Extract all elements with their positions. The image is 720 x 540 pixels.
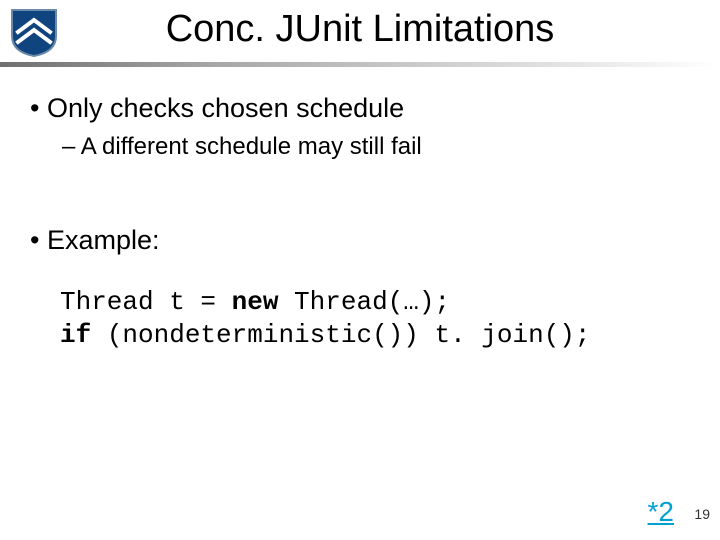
slide-title: Conc. JUnit Limitations [0, 8, 720, 51]
slide: Conc. JUnit Limitations Only checks chos… [0, 0, 720, 540]
code-text: (nondeterministic()) t. join(); [91, 320, 590, 350]
bullet-text: A different schedule may still fail [62, 133, 422, 160]
code-block: Thread t = new Thread(…); if (nondetermi… [60, 286, 690, 354]
bullet-text: Example: [30, 225, 160, 255]
title-divider [0, 62, 720, 67]
code-keyword: if [60, 320, 91, 350]
page-number: 19 [694, 506, 710, 522]
code-keyword: new [232, 287, 279, 317]
code-text: Thread(…); [278, 287, 450, 317]
slide-content: Only checks chosen schedule A different … [0, 66, 720, 353]
bullet-level1: Only checks chosen schedule [30, 92, 690, 126]
title-bar: Conc. JUnit Limitations [0, 0, 720, 66]
bullet-level1: Example: [30, 224, 690, 258]
footnote-link[interactable]: *2 [648, 496, 674, 528]
bullet-text: Only checks chosen schedule [30, 93, 404, 123]
code-text: Thread t = [60, 287, 232, 317]
bullet-level2: A different schedule may still fail [62, 132, 690, 162]
